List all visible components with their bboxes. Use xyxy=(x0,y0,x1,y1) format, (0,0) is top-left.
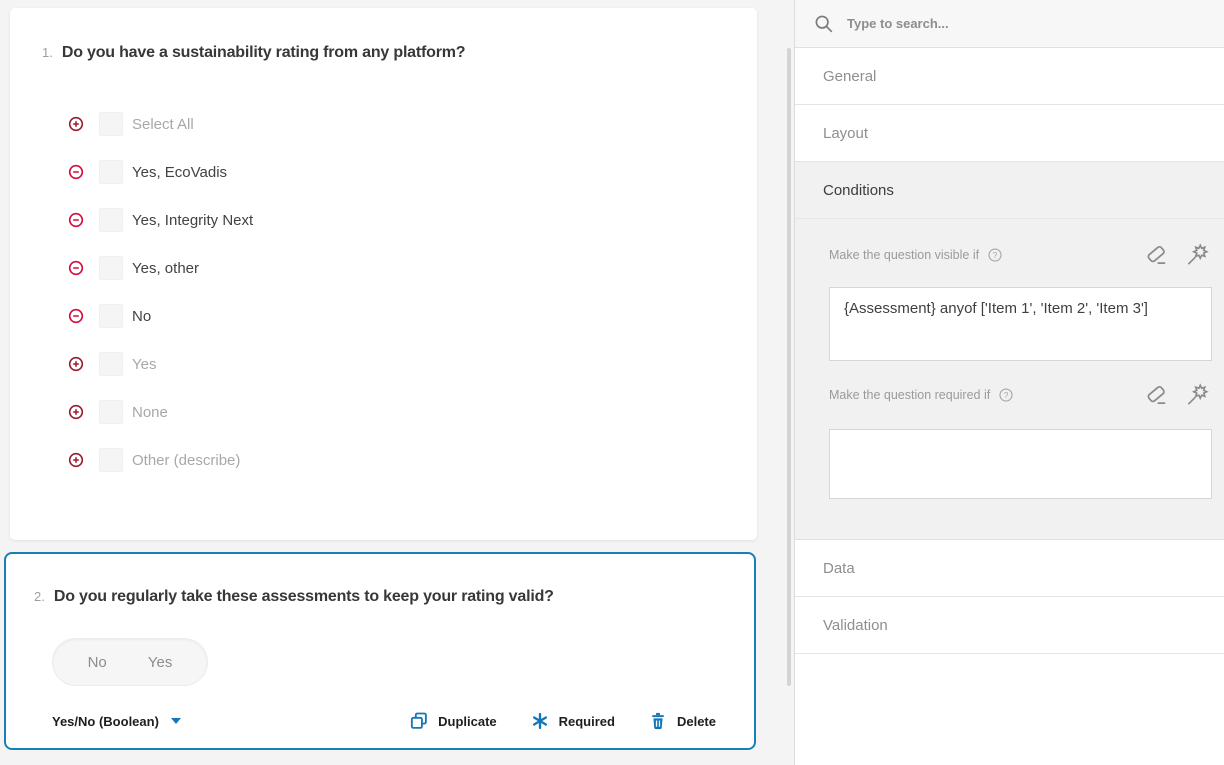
section-conditions-label: Conditions xyxy=(823,182,894,199)
required-if-expression-input[interactable] xyxy=(829,429,1212,499)
required-asterisk-icon xyxy=(529,710,551,732)
checkbox[interactable] xyxy=(99,448,123,472)
question2-title-row: 2. Do you regularly take these assessmen… xyxy=(6,554,754,606)
section-validation-label: Validation xyxy=(823,617,888,634)
question1-number: 1. xyxy=(42,45,53,60)
help-icon[interactable] xyxy=(986,246,1004,264)
canvas-scrollbar[interactable] xyxy=(787,48,791,686)
duplicate-button[interactable]: Duplicate xyxy=(408,710,497,732)
required-button[interactable]: Required xyxy=(529,710,615,732)
question1-title-row: 1. Do you have a sustainability rating f… xyxy=(10,8,757,62)
choice-label[interactable]: Other (describe) xyxy=(132,452,240,469)
boolean-toggle[interactable]: No Yes xyxy=(52,638,208,686)
question2-number: 2. xyxy=(34,589,45,604)
checkbox[interactable] xyxy=(99,208,123,232)
add-circle-icon[interactable] xyxy=(67,115,85,133)
toggle-yes-label[interactable]: Yes xyxy=(148,654,172,671)
question-panel-2-selected[interactable]: 2. Do you regularly take these assessmen… xyxy=(4,552,756,750)
property-search-row xyxy=(795,0,1224,48)
choice-label[interactable]: Yes xyxy=(132,356,156,373)
help-icon[interactable] xyxy=(997,386,1015,404)
search-input[interactable] xyxy=(847,16,1147,31)
question-panel-1[interactable]: 1. Do you have a sustainability rating f… xyxy=(10,8,757,540)
required-if-label: Make the question required if xyxy=(829,388,990,402)
eraser-icon[interactable] xyxy=(1143,242,1169,268)
section-validation[interactable]: Validation xyxy=(795,597,1224,654)
choice-label[interactable]: Select All xyxy=(132,116,194,133)
section-general[interactable]: General xyxy=(795,48,1224,105)
question2-actions: Duplicate Required Delete xyxy=(408,710,716,732)
delete-label: Delete xyxy=(677,714,716,729)
checkbox[interactable] xyxy=(99,112,123,136)
required-if-tools xyxy=(1143,382,1210,408)
choice-label[interactable]: No xyxy=(132,308,151,325)
choice-row-yes: Yes xyxy=(10,340,757,388)
checkbox[interactable] xyxy=(99,304,123,328)
required-label: Required xyxy=(559,714,615,729)
choice-row-no: No xyxy=(10,292,757,340)
section-layout-label: Layout xyxy=(823,125,868,142)
section-conditions[interactable]: Conditions xyxy=(795,162,1224,219)
add-circle-icon[interactable] xyxy=(67,403,85,421)
visible-if-tools xyxy=(1143,242,1210,268)
section-data-label: Data xyxy=(823,560,855,577)
choice-label[interactable]: None xyxy=(132,404,168,421)
choice-row-none: None xyxy=(10,388,757,436)
delete-button[interactable]: Delete xyxy=(647,710,716,732)
remove-circle-icon[interactable] xyxy=(67,163,85,181)
duplicate-icon xyxy=(408,710,430,732)
remove-circle-icon[interactable] xyxy=(67,307,85,325)
checkbox[interactable] xyxy=(99,352,123,376)
visible-if-label: Make the question visible if xyxy=(829,248,979,262)
add-circle-icon[interactable] xyxy=(67,451,85,469)
checkbox[interactable] xyxy=(99,400,123,424)
choice-row-other-describe: Other (describe) xyxy=(10,436,757,484)
section-layout[interactable]: Layout xyxy=(795,105,1224,162)
add-circle-icon[interactable] xyxy=(67,355,85,373)
question1-title[interactable]: Do you have a sustainability rating from… xyxy=(62,44,466,62)
choice-label[interactable]: Yes, EcoVadis xyxy=(132,164,227,181)
search-icon xyxy=(813,13,835,35)
magic-wand-icon[interactable] xyxy=(1184,382,1210,408)
question2-title[interactable]: Do you regularly take these assessments … xyxy=(54,588,554,606)
question2-toolbar: Yes/No (Boolean) Duplicate Required Dele… xyxy=(52,707,716,735)
section-general-label: General xyxy=(823,68,876,85)
trash-icon xyxy=(647,710,669,732)
choice-row-select-all: Select All xyxy=(10,100,757,148)
properties-panel: General Layout Conditions Make the quest… xyxy=(794,0,1224,765)
toggle-no-label[interactable]: No xyxy=(88,654,107,671)
choice-row-yes-ecovadis: Yes, EcoVadis xyxy=(10,148,757,196)
choice-row-yes-other: Yes, other xyxy=(10,244,757,292)
required-if-row: Make the question required if xyxy=(829,385,1210,405)
checkbox[interactable] xyxy=(99,160,123,184)
question1-choice-list: Select All Yes, EcoVadis Yes, Integrity … xyxy=(10,100,757,484)
remove-circle-icon[interactable] xyxy=(67,259,85,277)
section-data[interactable]: Data xyxy=(795,540,1224,597)
magic-wand-icon[interactable] xyxy=(1184,242,1210,268)
choice-label[interactable]: Yes, Integrity Next xyxy=(132,212,253,229)
choice-row-yes-integrity-next: Yes, Integrity Next xyxy=(10,196,757,244)
visible-if-expression-input[interactable]: {Assessment} anyof ['Item 1', 'Item 2', … xyxy=(829,287,1212,361)
question-type-selector[interactable]: Yes/No (Boolean) xyxy=(52,714,181,729)
checkbox[interactable] xyxy=(99,256,123,280)
remove-circle-icon[interactable] xyxy=(67,211,85,229)
visible-if-row: Make the question visible if xyxy=(829,245,1210,265)
question-type-label: Yes/No (Boolean) xyxy=(52,714,159,729)
eraser-icon[interactable] xyxy=(1143,382,1169,408)
choice-label[interactable]: Yes, other xyxy=(132,260,199,277)
chevron-down-icon xyxy=(171,718,181,724)
duplicate-label: Duplicate xyxy=(438,714,497,729)
conditions-section-body: Make the question visible if {Assessment… xyxy=(795,219,1224,540)
